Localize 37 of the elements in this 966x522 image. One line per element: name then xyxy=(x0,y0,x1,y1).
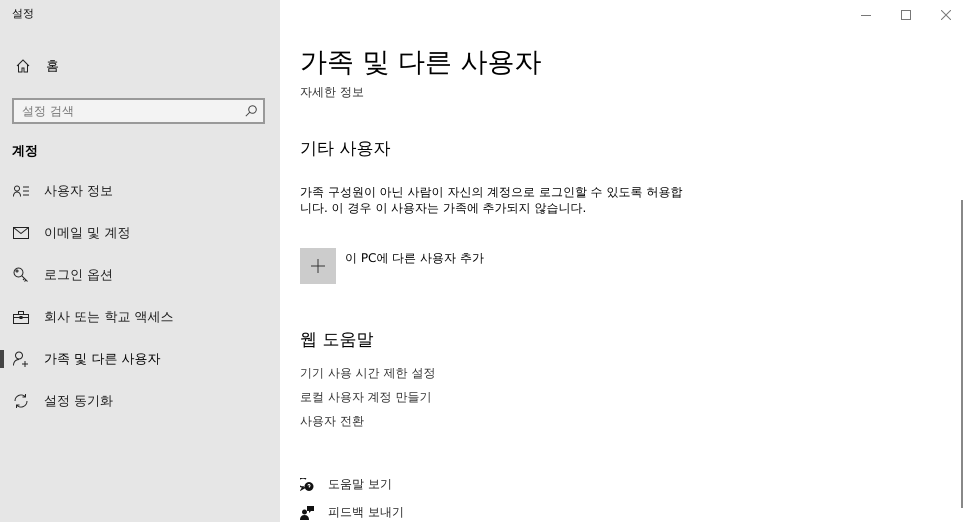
person-list-icon xyxy=(13,185,29,197)
plus-icon xyxy=(311,259,325,273)
section-heading: 계정 xyxy=(11,143,39,161)
nav-item[interactable]: 가족 및 다른 사용자 xyxy=(0,338,280,380)
briefcase-icon xyxy=(13,310,29,324)
sync-icon xyxy=(13,393,29,409)
search-icon xyxy=(245,105,257,117)
feedback-person-icon xyxy=(300,506,314,520)
description-text: 가족 구성원이 아닌 사람이 자신의 계정으로 로그인할 수 있도록 허용합니다. 이 경우 이 사용자는 가족에 추가되지 않습니다. xyxy=(300,184,684,216)
help-link[interactable]: 로컬 사용자 계정 만들기 xyxy=(300,389,966,406)
close-icon[interactable] xyxy=(941,10,951,20)
footer-link[interactable]: 도움말 보기 xyxy=(328,476,392,493)
scroll-bar[interactable] xyxy=(961,200,963,508)
section-heading: 기타 사용자 xyxy=(300,138,392,160)
page-title: 가족 및 다른 사용자 xyxy=(300,46,543,80)
nav-item[interactable]: 로그인 옵션 xyxy=(0,254,280,296)
add-user-link[interactable]: 이 PC에 다른 사용자 추가 xyxy=(345,250,484,267)
nav-item[interactable]: 설정 동기화 xyxy=(0,380,280,422)
more-info-text: 자세한 정보 xyxy=(300,84,365,101)
footer-link[interactable]: 피드백 보내기 xyxy=(328,504,404,521)
help-chat-icon xyxy=(300,478,314,492)
window-title: 설정 xyxy=(11,6,35,22)
maximize-icon[interactable] xyxy=(901,10,911,20)
help-link[interactable]: 사용자 전환 xyxy=(300,413,966,430)
nav-item[interactable]: 이메일 및 계정 xyxy=(0,212,280,254)
help-link[interactable]: 기기 사용 시간 제한 설정 xyxy=(300,365,966,382)
mail-icon xyxy=(13,227,29,239)
nav-item[interactable]: 회사 또는 학교 액세스 xyxy=(0,296,280,338)
person-add-icon xyxy=(13,351,29,367)
minimize-icon[interactable] xyxy=(861,14,871,16)
section-heading: 웹 도움말 xyxy=(300,329,374,351)
add-user-button[interactable] xyxy=(300,248,336,284)
home-icon xyxy=(16,59,30,73)
search-field[interactable]: 설정 검색 xyxy=(12,98,265,124)
home-nav-item[interactable]: 홈 xyxy=(0,30,280,82)
nav-item[interactable]: 사용자 정보 xyxy=(0,170,280,212)
key-icon xyxy=(13,267,29,283)
